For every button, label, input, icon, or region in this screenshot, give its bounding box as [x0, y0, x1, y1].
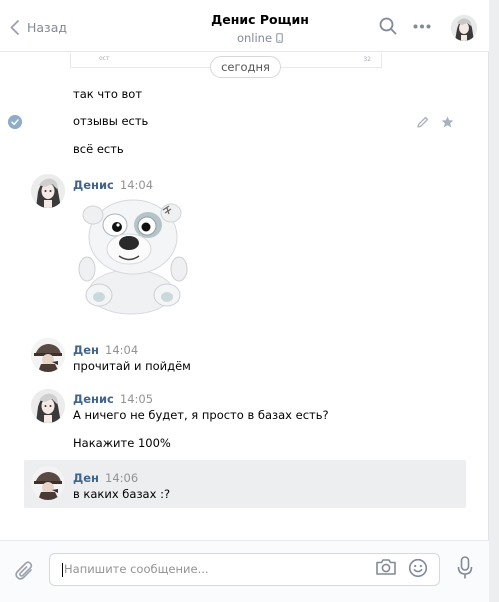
message-time: 14:05: [119, 392, 154, 406]
back-label: Назад: [27, 19, 68, 35]
white-bear-sticker[interactable]: [73, 197, 197, 319]
smile-icon[interactable]: [408, 558, 428, 578]
author-name[interactable]: Ден: [73, 471, 99, 485]
author-name[interactable]: Денис: [73, 178, 114, 192]
message-author[interactable]: Денис 14:04: [73, 178, 153, 192]
messenger-window: Назад Денис Рощин online ост 32 сегодня: [0, 0, 499, 602]
message-input-placeholder: Напишите сообщение...: [64, 562, 209, 576]
previous-card-count: 32: [363, 56, 371, 63]
author-name[interactable]: Ден: [73, 343, 99, 357]
date-separator: сегодня: [210, 56, 281, 78]
peer-name: Денис Рощин: [211, 12, 309, 27]
message-text: Накажите 100%: [73, 436, 171, 450]
microphone-icon[interactable]: [457, 556, 473, 580]
mobile-icon: [276, 33, 283, 43]
previous-card-caption: ост: [99, 55, 110, 62]
peer-info[interactable]: Денис Рощин online: [160, 12, 360, 45]
chat-header: Назад Денис Рощин online: [0, 0, 489, 52]
message-time: 14:04: [105, 343, 139, 357]
edit-icon[interactable]: [417, 116, 429, 128]
paperclip-icon[interactable]: [14, 560, 36, 582]
chevron-left-icon: [10, 19, 19, 35]
message-time: 14:04: [119, 178, 154, 192]
own-message-text: отзывы есть: [73, 114, 149, 128]
author-name[interactable]: Денис: [73, 392, 114, 406]
back-button[interactable]: Назад: [10, 18, 67, 36]
camera-icon[interactable]: [375, 558, 397, 576]
message-author[interactable]: Ден 14:04: [73, 343, 138, 357]
message-text: прочитай и пойдём: [73, 359, 191, 373]
author-avatar[interactable]: [31, 466, 65, 500]
message-time: 14:06: [105, 471, 139, 485]
text-caret: [62, 563, 63, 577]
message-text: А ничего не будет, я просто в базах есть…: [73, 408, 329, 422]
peer-status-text: online: [236, 31, 273, 45]
message-author[interactable]: Денис 14:05: [73, 392, 153, 406]
author-avatar[interactable]: [31, 338, 65, 372]
message-text: в каких базах :?: [73, 487, 171, 501]
more-icon[interactable]: [413, 24, 431, 29]
message-history: ост 32 сегодня так что вот отзывы есть в…: [0, 53, 489, 540]
search-icon[interactable]: [379, 17, 397, 35]
peer-status: online: [160, 31, 360, 45]
selected-check-icon[interactable]: [8, 115, 22, 129]
peer-avatar[interactable]: [451, 15, 477, 41]
author-avatar[interactable]: [31, 174, 65, 208]
author-avatar[interactable]: [31, 389, 65, 423]
own-message-text: всё есть: [73, 142, 124, 156]
star-icon[interactable]: [441, 116, 454, 128]
own-message-text: так что вот: [73, 87, 143, 101]
chat-panel: Назад Денис Рощин online ост 32 сегодня: [0, 0, 489, 602]
message-author[interactable]: Ден 14:06: [73, 471, 138, 485]
